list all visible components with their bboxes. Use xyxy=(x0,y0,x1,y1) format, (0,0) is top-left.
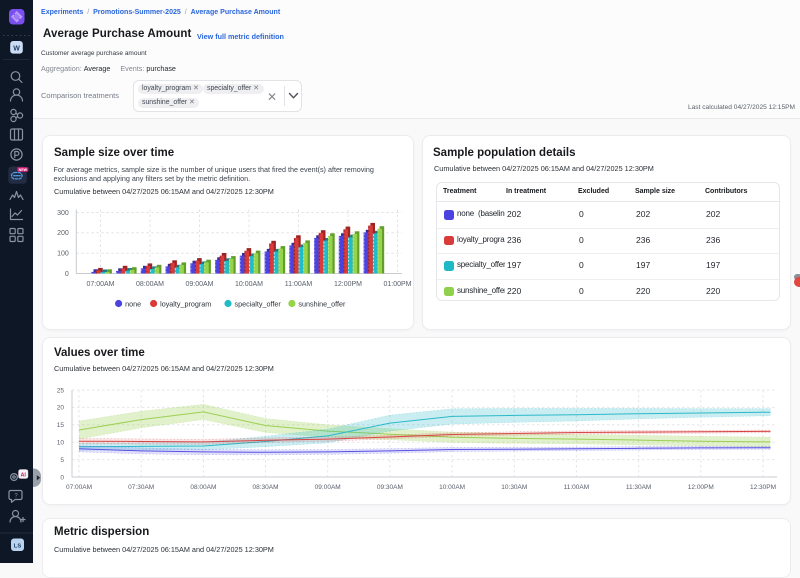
svg-text:07:00AM: 07:00AM xyxy=(86,281,114,288)
svg-text:LS: LS xyxy=(14,544,22,550)
svg-text:specialty_offer: specialty_offer xyxy=(235,300,282,309)
svg-text:0: 0 xyxy=(65,271,69,278)
svg-text:07:30AM: 07:30AM xyxy=(128,484,154,491)
svg-text:09:00AM: 09:00AM xyxy=(185,281,213,288)
svg-text:NEW: NEW xyxy=(19,168,28,172)
svg-text:09:30AM: 09:30AM xyxy=(377,484,403,491)
svg-text:15: 15 xyxy=(57,422,65,429)
svg-text:12:30PM: 12:30PM xyxy=(750,484,776,491)
svg-text:sunshine_offer: sunshine_offer xyxy=(298,300,346,309)
svg-text:AI: AI xyxy=(20,473,26,479)
svg-text:loyalty_program: loyalty_program xyxy=(160,300,211,309)
svg-text:11:00AM: 11:00AM xyxy=(564,484,590,491)
svg-text:10:00AM: 10:00AM xyxy=(235,281,263,288)
svg-text:12:00PM: 12:00PM xyxy=(334,281,362,288)
svg-text:07:00AM: 07:00AM xyxy=(66,484,92,491)
svg-text:08:30AM: 08:30AM xyxy=(252,484,278,491)
svg-text:10: 10 xyxy=(57,440,65,447)
svg-text:09:00AM: 09:00AM xyxy=(315,484,341,491)
svg-text:01:00PM: 01:00PM xyxy=(383,281,411,288)
svg-text:0: 0 xyxy=(60,474,64,481)
svg-text:08:00AM: 08:00AM xyxy=(190,484,216,491)
svg-text:10:30AM: 10:30AM xyxy=(501,484,527,491)
svg-text:200: 200 xyxy=(57,230,69,237)
svg-text:W: W xyxy=(13,45,20,52)
svg-text:20: 20 xyxy=(57,405,65,412)
svg-text:12:00PM: 12:00PM xyxy=(688,484,714,491)
svg-text:100: 100 xyxy=(57,251,69,258)
svg-text:11:00AM: 11:00AM xyxy=(285,281,313,288)
svg-text:08:00AM: 08:00AM xyxy=(136,281,164,288)
svg-text:5: 5 xyxy=(60,457,64,464)
svg-text:none: none xyxy=(125,300,141,309)
svg-text:10:00AM: 10:00AM xyxy=(439,484,465,491)
svg-text:300: 300 xyxy=(57,210,69,217)
svg-text:25: 25 xyxy=(57,387,65,394)
svg-text:11:30AM: 11:30AM xyxy=(626,484,652,491)
